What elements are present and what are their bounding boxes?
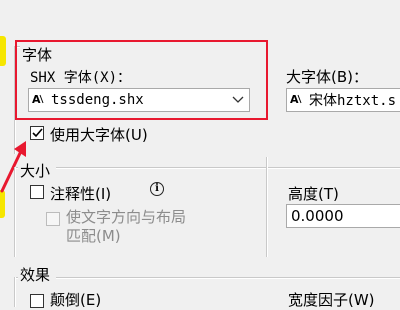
effects-group-frame-top bbox=[56, 277, 400, 279]
bigfont-value: 宋体hztxt.s bbox=[309, 93, 397, 109]
effects-group-frame-left bbox=[14, 277, 16, 307]
info-icon[interactable]: i bbox=[150, 182, 164, 196]
size-group-frame-left bbox=[14, 167, 16, 257]
upside-down-checkbox[interactable] bbox=[30, 294, 44, 308]
match-orientation-checkbox[interactable] bbox=[46, 212, 60, 226]
bigfont-icon: A bbox=[287, 92, 305, 109]
height-input[interactable]: 0.0000 bbox=[286, 204, 400, 228]
size-group-frame-top bbox=[56, 167, 400, 169]
svg-text:A: A bbox=[290, 93, 299, 106]
effects-group-title: 效果 bbox=[20, 266, 51, 284]
size-group-divider bbox=[266, 157, 268, 257]
highlight-box bbox=[15, 40, 268, 120]
highlighter-mark bbox=[0, 36, 6, 66]
annotative-checkbox[interactable] bbox=[30, 185, 44, 199]
annotative-label[interactable]: 注释性(I) bbox=[50, 183, 111, 204]
bigfont-label: 大字体(B)： bbox=[286, 68, 368, 86]
use-bigfont-label[interactable]: 使用大字体(U) bbox=[50, 124, 148, 145]
height-label: 高度(T) bbox=[288, 185, 339, 203]
size-group-title: 大小 bbox=[20, 162, 51, 180]
match-orientation-label[interactable]: 使文字方向与布局 匹配(M) bbox=[66, 208, 186, 246]
bigfont-dropdown[interactable]: A 宋体hztxt.s bbox=[286, 88, 400, 112]
